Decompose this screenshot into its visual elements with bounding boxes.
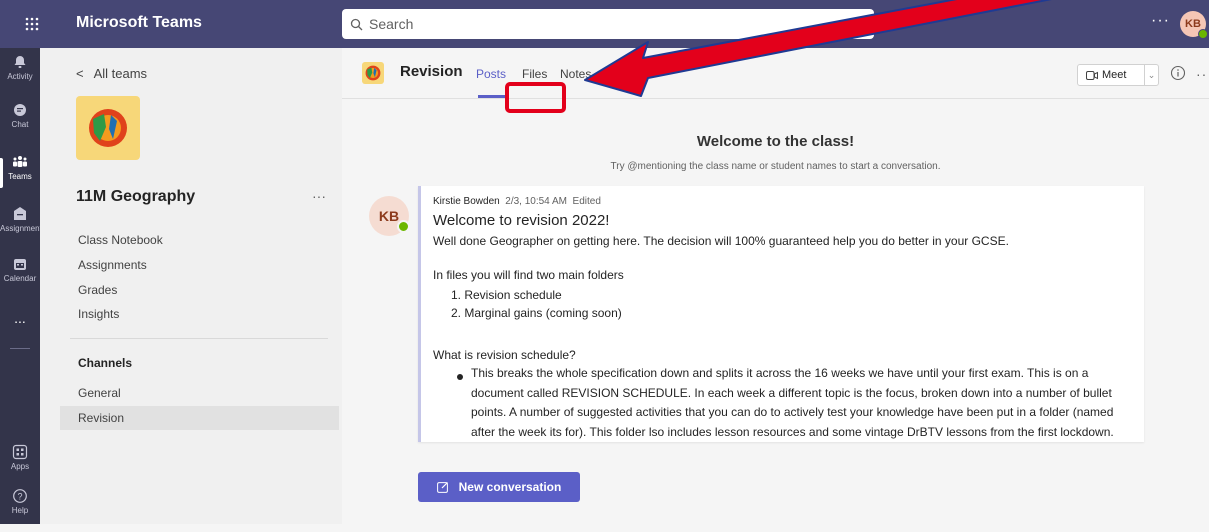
- annotation-arrow: [584, 0, 1052, 97]
- annotation-highlight-box: [505, 82, 566, 113]
